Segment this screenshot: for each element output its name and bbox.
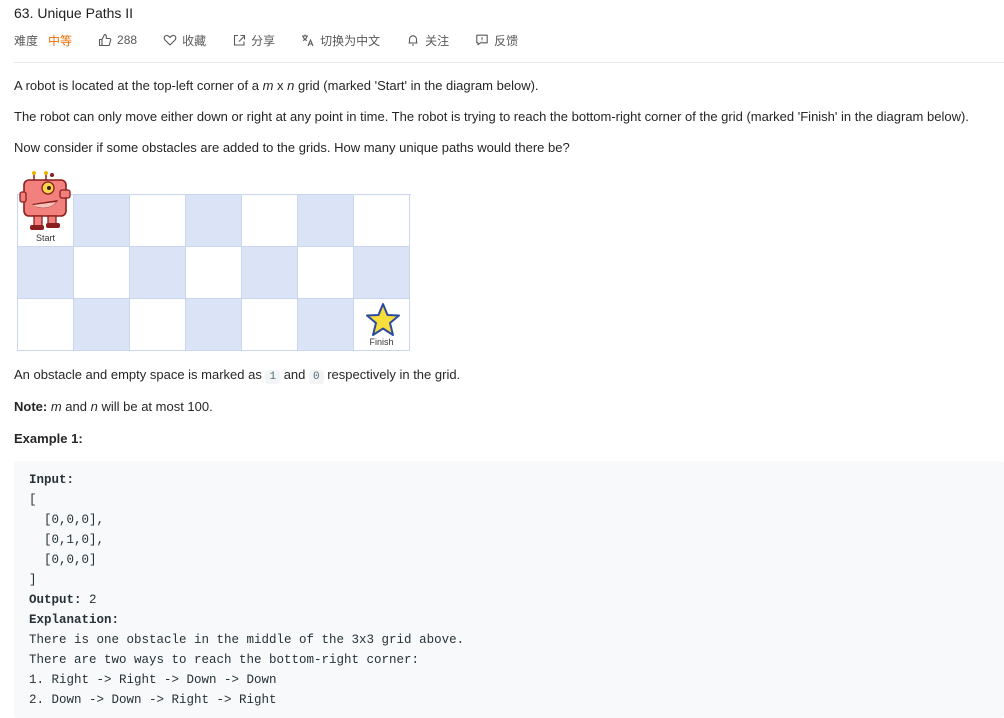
thumbs-up-icon [98, 33, 112, 47]
grid-cell [130, 195, 186, 247]
code-line: ] [29, 573, 37, 587]
inline-code-zero: 0 [309, 370, 324, 384]
grid-cell [298, 299, 354, 351]
note-label: Note: [14, 399, 48, 414]
robot-icon [19, 171, 71, 230]
grid-cell [298, 247, 354, 299]
favorite-label: 收藏 [182, 33, 207, 48]
finish-label: Finish [369, 337, 394, 347]
feedback-icon [476, 34, 488, 46]
start-label: Start [35, 233, 55, 243]
header-divider [14, 62, 1004, 63]
code-line: [ [29, 493, 37, 507]
example-heading: Example 1: [14, 431, 83, 446]
code-line-input: Input: [29, 473, 75, 487]
grid-cell [242, 247, 298, 299]
code-line: [0,1,0], [29, 533, 105, 547]
share-label: 分享 [251, 33, 276, 48]
grid-cell [74, 195, 130, 247]
bell-icon [408, 35, 418, 46]
switch-language-label: 切换为中文 [320, 33, 381, 48]
example-code-block: Input: [ [0,0,0], [0,1,0], [0,0,0] ] Out… [14, 461, 1004, 718]
grid-cell [186, 299, 242, 351]
grid-diagram: Start Finish [17, 194, 411, 351]
grid-cell [354, 247, 410, 299]
follow-button[interactable]: 关注 [406, 32, 449, 49]
favorite-button[interactable]: 收藏 [163, 32, 206, 49]
grid-cell [74, 247, 130, 299]
like-count: 288 [117, 33, 138, 47]
code-line: 1. Right -> Right -> Down -> Down [29, 673, 277, 687]
code-line: [0,0,0] [29, 553, 97, 567]
grid-cell [186, 247, 242, 299]
grid-cell [74, 299, 130, 351]
problem-title: 63. Unique Paths II [14, 5, 134, 21]
grid-cell [298, 195, 354, 247]
grid-cell [18, 299, 74, 351]
like-button[interactable]: 288 [98, 33, 137, 47]
translate-icon [302, 34, 314, 47]
code-line: [0,0,0], [29, 513, 105, 527]
feedback-label: 反馈 [494, 33, 519, 48]
code-line-output: Output: 2 [29, 593, 97, 607]
code-line-explanation: Explanation: [29, 613, 120, 627]
heart-icon [163, 34, 177, 46]
grid-cell [354, 195, 410, 247]
description-paragraph-1: A robot is located at the top-left corne… [14, 78, 539, 93]
grid-cell [242, 195, 298, 247]
share-icon [234, 34, 246, 46]
feedback-button[interactable]: 反馈 [475, 32, 518, 49]
switch-language-button[interactable]: 切换为中文 [301, 32, 380, 49]
grid-cell [242, 299, 298, 351]
obstacle-description: An obstacle and empty space is marked as… [14, 367, 461, 384]
grid-cell [18, 247, 74, 299]
code-line: There are two ways to reach the bottom-r… [29, 653, 420, 667]
difficulty-badge: 中等 [48, 33, 73, 48]
description-paragraph-3: Now consider if some obstacles are added… [14, 140, 570, 155]
grid-cell [186, 195, 242, 247]
description-paragraph-2: The robot can only move either down or r… [14, 109, 969, 124]
problem-meta-bar: 难度 中等 288 收藏 分享 切换为中文 关注 反馈 [14, 31, 544, 49]
follow-label: 关注 [425, 33, 450, 48]
code-line: 2. Down -> Down -> Right -> Right [29, 693, 277, 707]
grid-cell [130, 247, 186, 299]
inline-code-one: 1 [265, 370, 281, 384]
grid-cell [130, 299, 186, 351]
finish-star-icon [366, 303, 400, 336]
share-button[interactable]: 分享 [232, 32, 275, 49]
code-line: There is one obstacle in the middle of t… [29, 633, 465, 647]
note-paragraph: Note: m and n will be at most 100. [14, 399, 213, 414]
difficulty-label: 难度 [14, 33, 39, 48]
